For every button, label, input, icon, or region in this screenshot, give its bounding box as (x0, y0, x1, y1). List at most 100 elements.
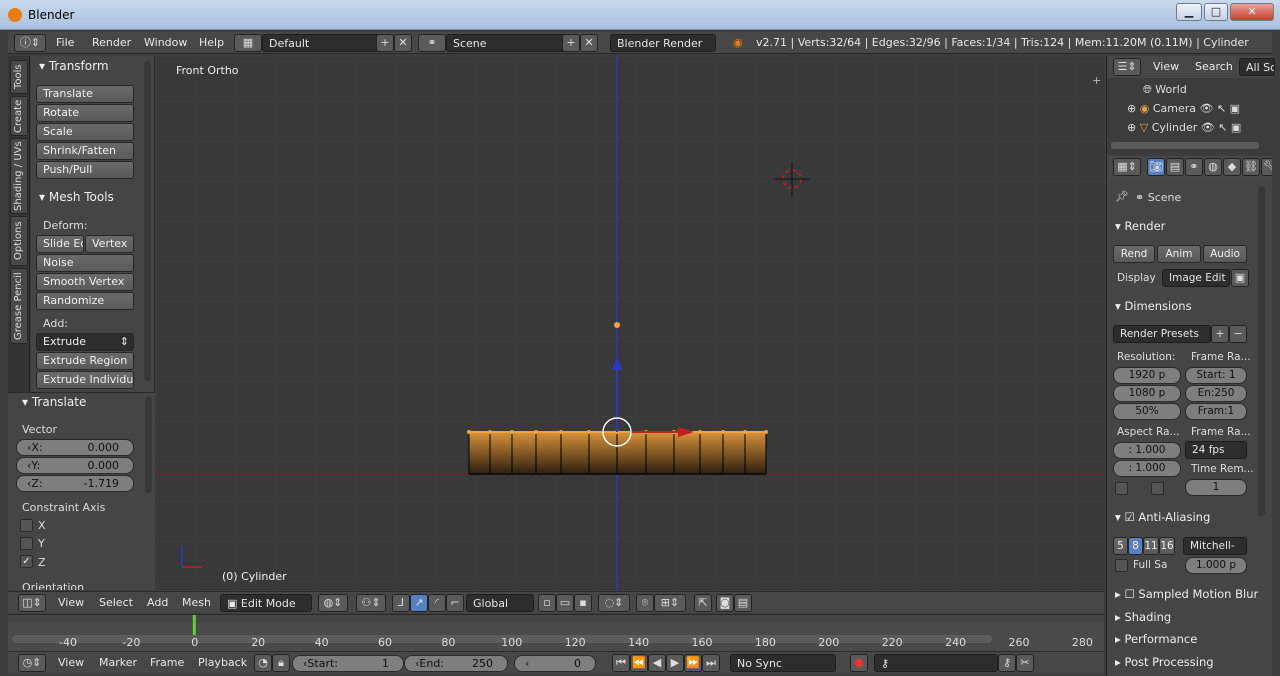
motion-blur-checkbox[interactable]: ☐ (1124, 587, 1134, 601)
translate-manipulator-icon[interactable]: ↗ (410, 594, 428, 612)
add-layout-icon[interactable]: + (376, 34, 394, 52)
resolution-percent-field[interactable]: 50% (1113, 403, 1181, 420)
eye-icon[interactable]: 👁︎ ↖ ▣ (1196, 102, 1240, 115)
sync-mode-dropdown[interactable]: No Sync (730, 654, 836, 672)
manipulator-toggle-icon[interactable]: ⅃ (392, 594, 410, 612)
remove-scene-icon[interactable]: ✕ (580, 34, 598, 52)
shading-panel-header[interactable]: ▸ Shading (1115, 610, 1171, 624)
3d-viewport[interactable]: + Front Ortho (0) Cylinder (156, 56, 1104, 590)
pin-icon[interactable]: 📌︎ (1115, 190, 1129, 203)
timeline-menu-playback[interactable]: Playback (198, 656, 247, 669)
editor-type-outliner-icon[interactable]: ☰⇕ (1113, 58, 1141, 76)
timeline-menu-frame[interactable]: Frame (150, 656, 184, 669)
performance-panel-header[interactable]: ▸ Performance (1115, 632, 1197, 646)
randomize-button[interactable]: Randomize (36, 292, 134, 310)
full-sample-checkbox[interactable] (1115, 559, 1128, 572)
edge-select-icon[interactable]: ▭ (556, 594, 574, 612)
translate-panel-header[interactable]: ▾ Translate (22, 395, 86, 409)
rotate-button[interactable]: Rotate (36, 104, 134, 122)
insert-keyframe-icon[interactable]: ⚷ (998, 654, 1016, 672)
tab-options[interactable]: Options (10, 216, 28, 266)
outliner-scrollbar[interactable] (1111, 142, 1259, 149)
properties-scrollbar[interactable] (1258, 186, 1265, 516)
viewport-menu-add[interactable]: Add (147, 596, 168, 609)
current-frame-indicator[interactable] (192, 615, 196, 635)
vector-y-field[interactable]: ‹Y: 0.000 (16, 457, 134, 474)
eye-icon[interactable]: 👁︎ ↖ ▣ (1197, 121, 1242, 134)
vector-x-field[interactable]: ‹X: 0.000 (16, 439, 134, 456)
editor-type-3d-icon[interactable]: ◫⇕ (18, 594, 46, 612)
display-toggle-icon[interactable]: ▣ (1231, 269, 1249, 287)
animation-button[interactable]: Anim (1157, 245, 1201, 263)
extrude-region-button[interactable]: Extrude Region (36, 352, 134, 370)
editor-type-timeline-icon[interactable]: ◷⇕ (18, 654, 46, 672)
tab-tools[interactable]: Tools (10, 60, 28, 94)
slide-edge-button[interactable]: Slide Ed (36, 235, 84, 253)
aa-filter-dropdown[interactable]: Mitchell- (1183, 537, 1247, 555)
snap-element-icon[interactable]: ⊞⇕ (654, 594, 686, 612)
render-button[interactable]: Rend (1113, 245, 1155, 263)
dimensions-panel-header[interactable]: ▾ Dimensions (1115, 299, 1192, 313)
add-scene-icon[interactable]: + (562, 34, 580, 52)
proportional-edit-icon[interactable]: ◌⇕ (598, 594, 630, 612)
record-icon[interactable]: ● (850, 654, 868, 672)
time-remap-field[interactable]: 1 (1185, 479, 1247, 496)
jump-prev-key-icon[interactable]: ⏪ (630, 654, 648, 672)
slide-vertex-button[interactable]: Vertex (85, 235, 134, 253)
crop-checkbox[interactable] (1151, 482, 1164, 495)
lock-range-icon[interactable]: 🔒︎ (272, 654, 290, 672)
render-tab-icon[interactable]: 📷︎ (1147, 158, 1165, 176)
audio-button[interactable]: Audio (1203, 245, 1247, 263)
shelf-scrollbar[interactable] (144, 61, 151, 381)
add-preset-icon[interactable]: + (1211, 325, 1229, 343)
render-animation-icon[interactable]: ▤ (734, 594, 752, 612)
editor-type-properties-icon[interactable]: ▦⇕ (1113, 158, 1141, 176)
render-preview-icon[interactable]: ◙ (716, 594, 734, 612)
face-select-icon[interactable]: ▪ (574, 594, 592, 612)
tab-create[interactable]: Create (10, 96, 28, 136)
scene-dropdown[interactable]: Scene (446, 34, 568, 52)
menu-window[interactable]: Window (144, 36, 187, 49)
vector-z-field[interactable]: ‹Z: -1.719 (16, 475, 134, 492)
current-frame-field[interactable]: ‹ 0 (514, 655, 596, 672)
menu-render[interactable]: Render (92, 36, 131, 49)
border-checkbox[interactable] (1115, 482, 1128, 495)
viewport-canvas[interactable]: + (156, 56, 1104, 590)
frame-end-field[interactable]: En:250 (1185, 385, 1247, 402)
menu-file[interactable]: File (56, 36, 74, 49)
preview-range-icon[interactable]: ◔ (254, 654, 272, 672)
constraints-tab-icon[interactable]: ⛓︎ (1242, 158, 1260, 176)
scale-manipulator-icon[interactable]: ⌐ (446, 594, 464, 612)
modifiers-tab-icon[interactable]: 🔧︎ (1261, 158, 1272, 176)
translate-button[interactable]: Translate (36, 85, 134, 103)
editor-type-icon[interactable]: ⓘ⇕ (14, 34, 46, 52)
noise-button[interactable]: Noise (36, 254, 134, 272)
minimize-button[interactable]: ▁ (1176, 3, 1202, 21)
constraint-x-checkbox[interactable] (20, 519, 33, 532)
post-processing-panel-header[interactable]: ▸ Post Processing (1115, 655, 1214, 669)
render-panel-header[interactable]: ▾ Render (1115, 219, 1165, 233)
menu-help[interactable]: Help (199, 36, 224, 49)
frame-step-field[interactable]: Fram:1 (1185, 403, 1247, 420)
constraint-z-checkbox[interactable]: ✓ (20, 555, 33, 568)
extrude-individual-button[interactable]: Extrude Individual (36, 371, 134, 389)
jump-start-icon[interactable]: ⏮ (612, 654, 630, 672)
outliner-menu-search[interactable]: Search (1195, 60, 1233, 73)
aa-checkbox[interactable]: ☑ (1124, 510, 1134, 524)
aa-samples-11[interactable]: 11 (1143, 537, 1159, 555)
start-frame-field[interactable]: ‹Start: 1 (292, 655, 404, 672)
pivot-point-icon[interactable]: ⚇⇕ (356, 594, 386, 612)
transform-orientation-dropdown[interactable]: Global (466, 594, 534, 612)
jump-end-icon[interactable]: ⏭ (702, 654, 720, 672)
aspect-x-field[interactable]: : 1.000 (1113, 442, 1181, 459)
outliner-item-cylinder[interactable]: ⊕ ▽ Cylinder 👁︎ ↖ ▣ (1127, 121, 1241, 134)
transform-panel-header[interactable]: ▾ Transform (39, 59, 109, 73)
tab-grease-pencil[interactable]: Grease Pencil (10, 268, 28, 344)
timeline-menu-marker[interactable]: Marker (99, 656, 137, 669)
aa-samples-5[interactable]: 5 (1113, 537, 1128, 555)
tab-shading-uvs[interactable]: Shading / UVs (10, 138, 28, 214)
jump-next-key-icon[interactable]: ⏩ (684, 654, 702, 672)
outliner-filter-dropdown[interactable]: All Sc (1239, 58, 1275, 76)
end-frame-field[interactable]: ‹End: 250 (404, 655, 508, 672)
mode-dropdown[interactable]: ▣ Edit Mode (220, 594, 312, 612)
